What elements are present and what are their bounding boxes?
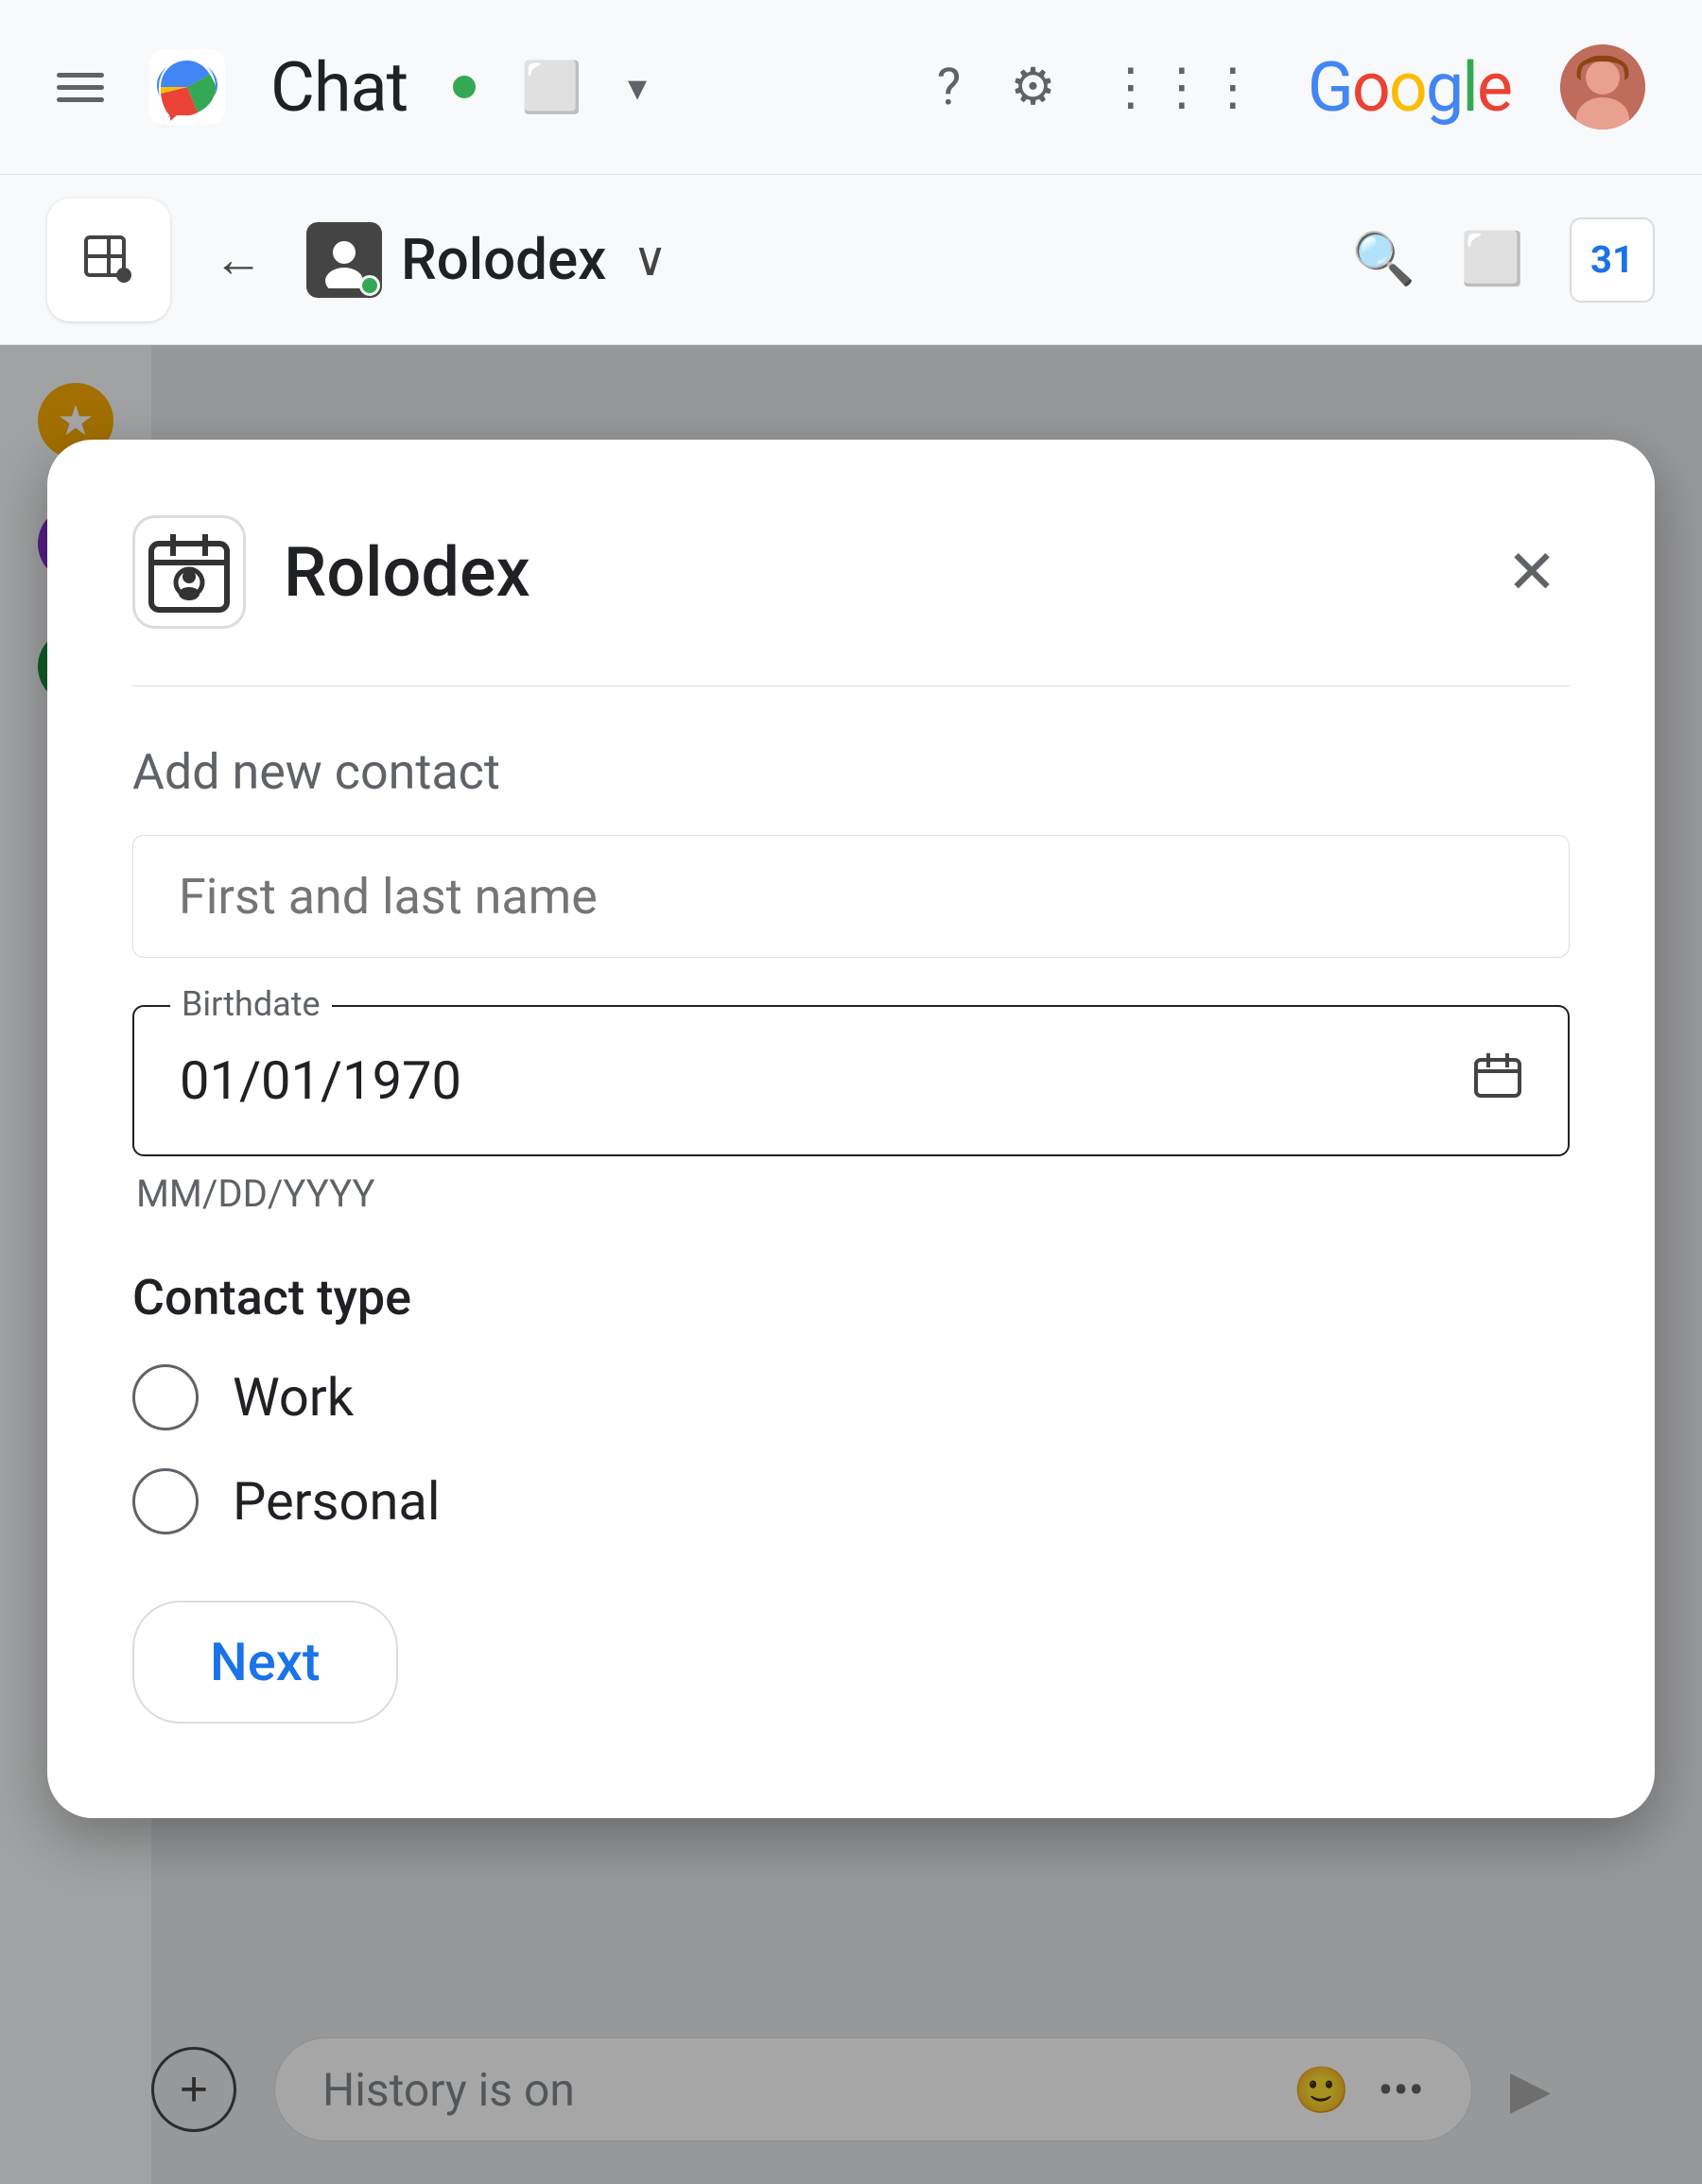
chat-room-title: Rolodex bbox=[401, 226, 606, 293]
rolodex-modal: Rolodex ✕ Add new contact Birthdate 01/0… bbox=[47, 440, 1655, 1818]
help-icon[interactable]: ? bbox=[937, 58, 962, 117]
modal-overlay: Rolodex ✕ Add new contact Birthdate 01/0… bbox=[0, 345, 1702, 2184]
back-button[interactable]: ← bbox=[204, 221, 272, 298]
chrome-bar: Chat ⬜ ▾ ? ⚙ ⋮⋮⋮ Google bbox=[0, 0, 1702, 175]
radio-circle-personal bbox=[132, 1468, 199, 1534]
contact-type-label: Contact type bbox=[132, 1269, 1570, 1326]
sub-header-right: 🔍 ⬜ 31 bbox=[1352, 217, 1656, 303]
sub-header: ← Rolodex ∨ 🔍 ⬜ 31 bbox=[0, 175, 1702, 345]
contact-type-radio-group: Work Personal bbox=[132, 1364, 1570, 1534]
name-input[interactable] bbox=[132, 835, 1570, 958]
modal-close-button[interactable]: ✕ bbox=[1494, 534, 1570, 610]
app-logo bbox=[149, 49, 225, 125]
online-status-dot bbox=[359, 275, 380, 296]
settings-icon[interactable]: ⚙ bbox=[1010, 57, 1055, 117]
calendar-picker-icon[interactable] bbox=[1473, 1050, 1522, 1112]
split-view-icon[interactable]: ⬜ bbox=[1461, 230, 1524, 289]
chevron-down-icon[interactable]: ▾ bbox=[628, 65, 647, 110]
calendar-button[interactable]: 31 bbox=[1570, 217, 1655, 303]
modal-header: Rolodex ✕ bbox=[132, 515, 1570, 686]
birthdate-label: Birthdate bbox=[170, 984, 332, 1024]
radio-circle-work bbox=[132, 1364, 199, 1430]
chrome-right-controls: ? ⚙ ⋮⋮⋮ Google bbox=[937, 44, 1645, 130]
chat-name-header: Rolodex ∨ bbox=[306, 222, 668, 298]
hamburger-menu-button[interactable] bbox=[57, 73, 104, 102]
radio-option-personal[interactable]: Personal bbox=[132, 1468, 1570, 1534]
birthdate-value: 01/01/1970 bbox=[180, 1049, 1454, 1112]
next-button[interactable]: Next bbox=[132, 1601, 398, 1724]
window-tab-icon[interactable]: ⬜ bbox=[521, 59, 582, 116]
user-avatar[interactable] bbox=[1560, 44, 1645, 130]
search-icon[interactable]: 🔍 bbox=[1352, 230, 1415, 289]
birthdate-wrapper: Birthdate 01/01/1970 bbox=[132, 1005, 1570, 1156]
birthdate-field[interactable]: 01/01/1970 bbox=[132, 1005, 1570, 1156]
modal-app-icon bbox=[132, 515, 246, 629]
compose-button[interactable] bbox=[47, 199, 170, 321]
radio-label-personal: Personal bbox=[233, 1470, 441, 1533]
status-dot bbox=[453, 76, 476, 98]
chat-header-icon bbox=[306, 222, 382, 298]
date-format-hint: MM/DD/YYYY bbox=[136, 1171, 1570, 1216]
apps-icon[interactable]: ⋮⋮⋮ bbox=[1105, 57, 1259, 117]
modal-title: Rolodex bbox=[284, 532, 1456, 613]
app-title: Chat bbox=[270, 47, 408, 128]
radio-option-work[interactable]: Work bbox=[132, 1364, 1570, 1430]
form-section-title: Add new contact bbox=[132, 743, 1570, 801]
google-logo: Google bbox=[1308, 47, 1511, 128]
radio-label-work: Work bbox=[233, 1366, 354, 1429]
chat-name-chevron-icon[interactable]: ∨ bbox=[633, 232, 668, 287]
main-background: ★ H P + History is on 🙂 ••• ▶ bbox=[0, 345, 1702, 2184]
